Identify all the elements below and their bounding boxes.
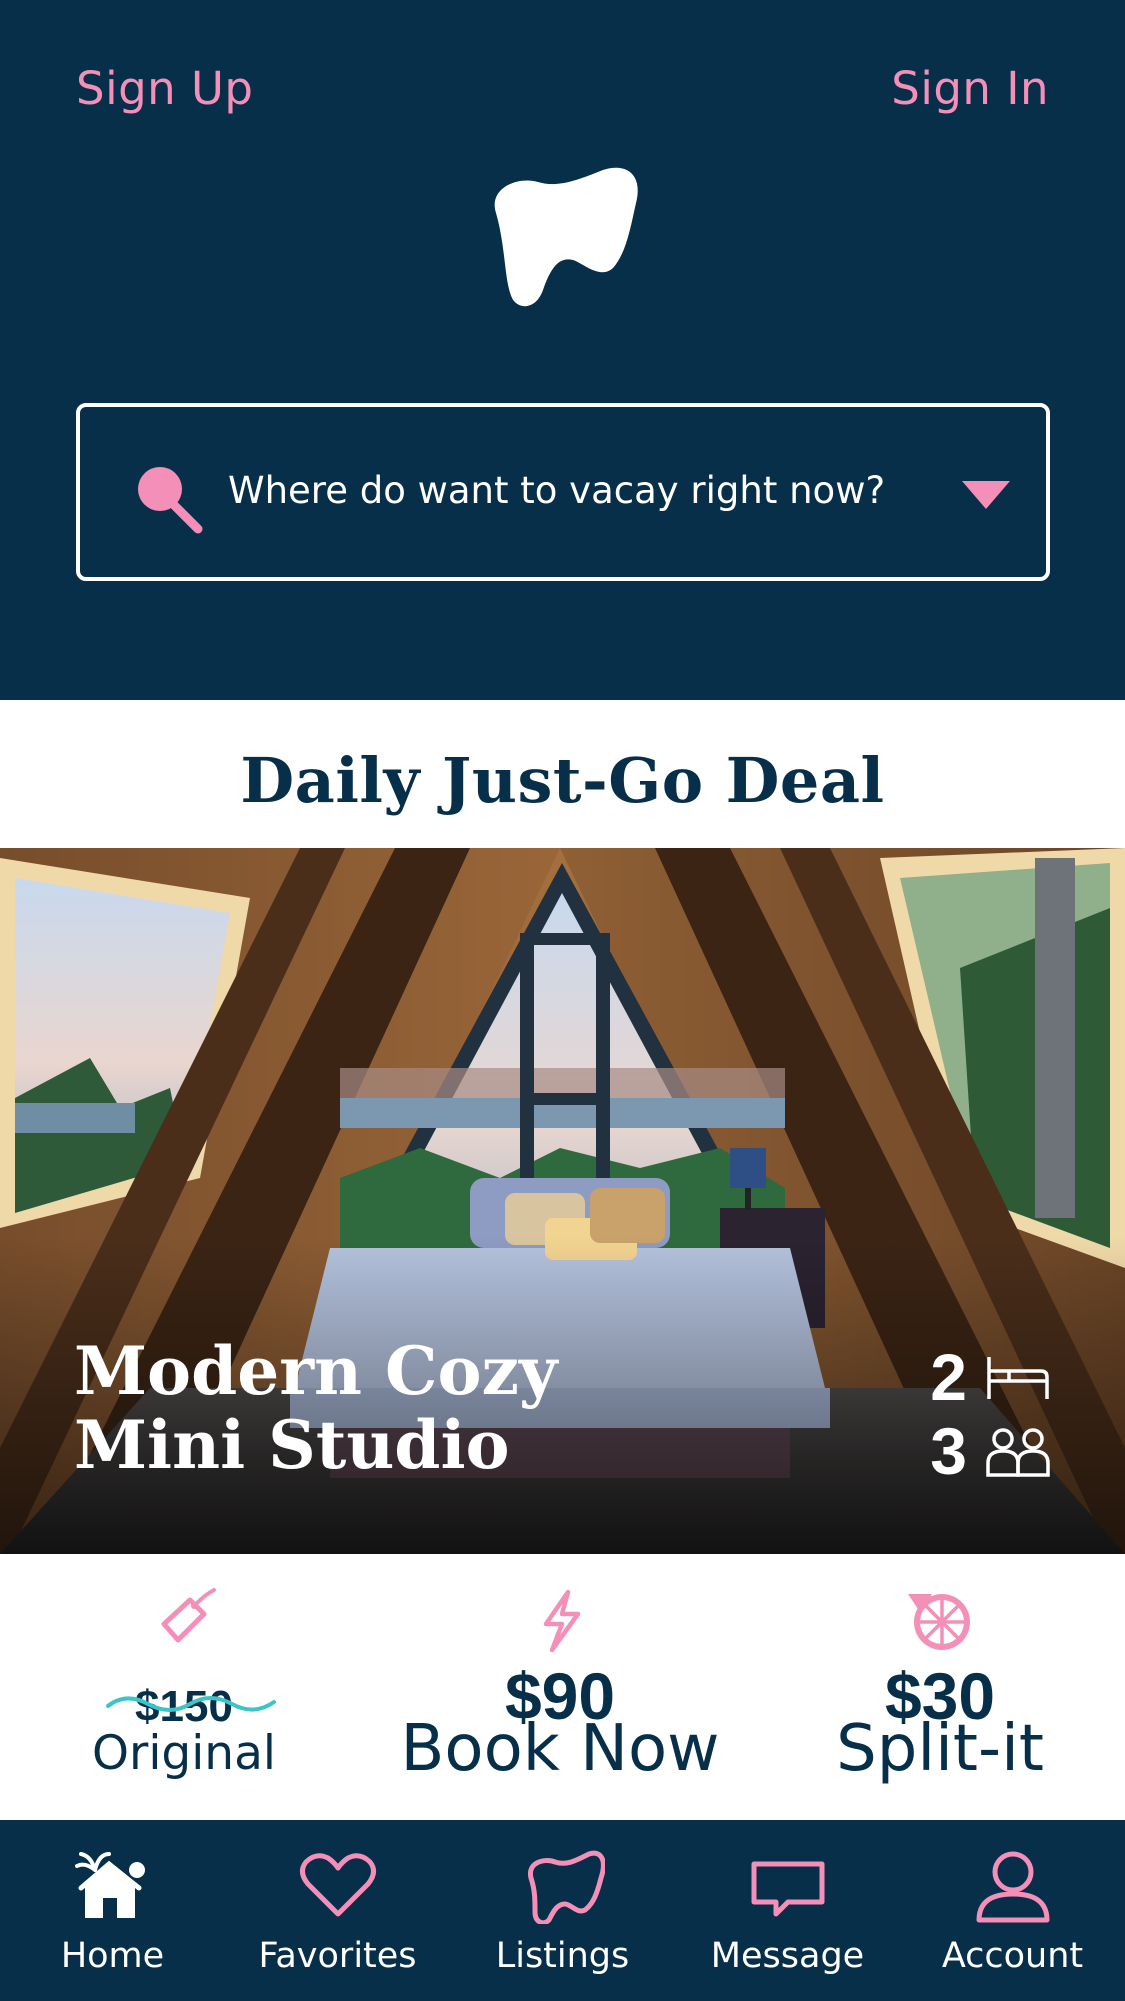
- sign-up-link[interactable]: Sign Up: [76, 62, 253, 115]
- deal-title: Daily Just-Go Deal: [240, 744, 885, 817]
- original-price-option: $150 Original: [44, 1554, 324, 1820]
- listing-name: Modern Cozy Mini Studio: [74, 1334, 557, 1482]
- home-icon: [74, 1852, 145, 1918]
- bed-icon: [987, 1357, 1049, 1399]
- tab-favorites-label: Favorites: [258, 1936, 417, 1976]
- pie-split-icon: [908, 1594, 970, 1650]
- price-tag-icon: [161, 1588, 216, 1643]
- tab-listings-label: Listings: [495, 1936, 630, 1976]
- guests-count: 3: [930, 1414, 967, 1488]
- chevron-down-icon[interactable]: [960, 479, 1012, 511]
- tab-message[interactable]: Message: [675, 1820, 900, 2001]
- pricing-options: $150 Original $90 Book Now $30 Split-it: [0, 1554, 1125, 1820]
- book-now-label[interactable]: Book Now: [380, 1712, 740, 1786]
- split-it-option[interactable]: $30 Split-it: [790, 1554, 1090, 1820]
- beds-count: 2: [930, 1340, 967, 1414]
- account-icon: [976, 1851, 1049, 1923]
- original-label: Original: [92, 1726, 276, 1781]
- strikethrough-squiggle: [106, 1696, 276, 1712]
- message-icon: [751, 1861, 824, 1917]
- bottom-tab-bar: Home Favorites Listings Message Account: [0, 1820, 1125, 2001]
- listing-card[interactable]: Modern Cozy Mini Studio 2 3: [0, 848, 1125, 1554]
- tab-message-label: Message: [710, 1936, 865, 1976]
- search-icon: [138, 467, 203, 534]
- tab-home[interactable]: Home: [0, 1820, 225, 2001]
- beds-stat: 2: [930, 1342, 1051, 1412]
- search-placeholder[interactable]: Where do want to vacay right now?: [228, 469, 885, 512]
- guests-icon: [986, 1428, 1050, 1477]
- deal-title-band: Daily Just-Go Deal: [0, 700, 1125, 848]
- tab-listings[interactable]: Listings: [450, 1820, 675, 2001]
- tab-home-label: Home: [60, 1936, 165, 1976]
- app-header: Sign Up Sign In Where do want to vacay r…: [0, 0, 1125, 700]
- book-now-option[interactable]: $90 Book Now: [380, 1554, 740, 1820]
- sign-in-link[interactable]: Sign In: [891, 62, 1049, 115]
- split-it-label[interactable]: Split-it: [790, 1712, 1090, 1786]
- destination-search-box[interactable]: Where do want to vacay right now?: [76, 403, 1050, 581]
- tab-account[interactable]: Account: [900, 1820, 1125, 2001]
- listings-icon: [527, 1850, 605, 1924]
- tab-favorites[interactable]: Favorites: [225, 1820, 450, 2001]
- lightning-icon: [543, 1589, 581, 1653]
- listing-name-line1: Modern Cozy: [74, 1332, 558, 1410]
- listing-name-line2: Mini Studio: [74, 1406, 510, 1484]
- heart-icon: [299, 1853, 376, 1917]
- tooth-logo-icon: [494, 167, 638, 307]
- tab-account-label: Account: [941, 1936, 1084, 1976]
- guests-stat: 3: [930, 1416, 1051, 1486]
